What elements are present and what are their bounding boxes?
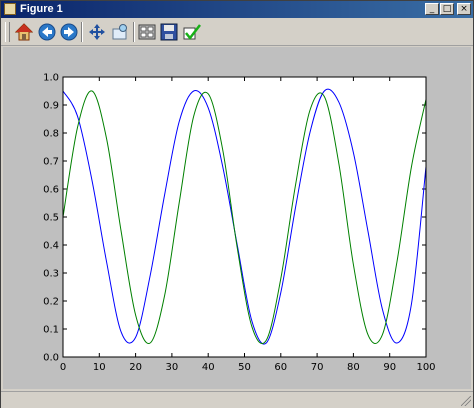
- navigation-toolbar: [1, 19, 473, 46]
- resize-grip[interactable]: [461, 396, 471, 406]
- home-button[interactable]: [13, 21, 35, 43]
- back-arrow-icon: [38, 23, 56, 41]
- y-tick-label: 0.5: [43, 213, 59, 224]
- y-tick-label: 0.4: [43, 241, 59, 252]
- configure-button[interactable]: [181, 21, 203, 43]
- y-tick-label: 0.3: [43, 269, 59, 280]
- x-tick-label: 70: [311, 362, 324, 373]
- y-tick-label: 0.7: [43, 157, 59, 168]
- axes-background: [63, 77, 426, 357]
- figure-window: Figure 1 _ □ × 0 10 20 30 40 50 60 70 80…: [0, 0, 474, 408]
- toolbar-separator: [81, 22, 83, 42]
- y-tick-label: 0.9: [43, 101, 59, 112]
- zoom-rect-button[interactable]: [109, 21, 131, 43]
- x-tick-label: 60: [274, 362, 287, 373]
- y-tick-label: 0.8: [43, 129, 59, 140]
- pan-button[interactable]: [86, 21, 108, 43]
- y-tick-label: 1.0: [43, 73, 59, 84]
- y-tick-label: 0.1: [43, 325, 59, 336]
- zoom-rect-icon: [112, 24, 127, 40]
- close-button[interactable]: ×: [457, 3, 471, 15]
- title-bar[interactable]: Figure 1 _ □ ×: [1, 1, 473, 18]
- x-tick-label: 50: [238, 362, 251, 373]
- toolbar-grip[interactable]: [5, 22, 10, 42]
- y-tick-label: 0.6: [43, 185, 59, 196]
- status-bar: [1, 391, 473, 408]
- y-tick-label: 0.0: [43, 353, 59, 364]
- x-tick-label: 20: [129, 362, 142, 373]
- figure-canvas[interactable]: 0 10 20 30 40 50 60 70 80 90 100 0.0 0.1 0.2 0.3 0.4 0.…: [3, 47, 471, 389]
- app-icon: [4, 3, 16, 15]
- line-plot: 0 10 20 30 40 50 60 70 80 90 100 0.0 0.1 0.2 0.3 0.4 0.…: [43, 73, 435, 374]
- maximize-button[interactable]: □: [440, 3, 454, 15]
- home-icon: [15, 23, 33, 41]
- forward-arrow-icon: [60, 23, 78, 41]
- subplots-button[interactable]: [136, 21, 158, 43]
- toolbar-separator: [133, 22, 135, 42]
- checkmark-icon: [183, 24, 201, 41]
- x-tick-label: 100: [416, 362, 435, 373]
- back-button[interactable]: [36, 21, 58, 43]
- x-tick-label: 10: [93, 362, 106, 373]
- save-icon: [160, 23, 178, 41]
- minimize-button[interactable]: _: [425, 3, 439, 15]
- forward-button[interactable]: [58, 21, 80, 43]
- save-button[interactable]: [158, 21, 180, 43]
- x-tick-label: 0: [60, 362, 66, 373]
- x-tick-label: 80: [347, 362, 360, 373]
- x-tick-label: 30: [166, 362, 179, 373]
- y-tick-label: 0.2: [43, 297, 59, 308]
- x-tick-label: 40: [202, 362, 215, 373]
- pan-icon: [89, 24, 105, 40]
- subplots-icon: [138, 24, 156, 40]
- x-tick-label: 90: [383, 362, 396, 373]
- window-title: Figure 1: [20, 3, 63, 15]
